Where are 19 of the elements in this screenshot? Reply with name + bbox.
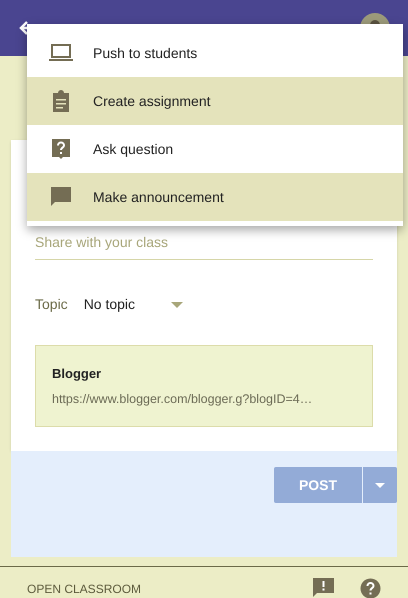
- caret-icon: [375, 482, 385, 488]
- laptop-icon: [49, 44, 73, 62]
- menu-item[interactable]: Push to students: [27, 29, 403, 77]
- help-icon[interactable]: [360, 578, 381, 598]
- menu-item[interactable]: Create assignment: [27, 77, 403, 125]
- feedback-icon[interactable]: [313, 578, 334, 598]
- caret-icon: [171, 302, 184, 308]
- open-classroom-link[interactable]: OPEN CLASSROOM: [27, 580, 313, 598]
- menu-item[interactable]: Ask question: [27, 125, 403, 173]
- menu-item[interactable]: Make announcement: [27, 173, 403, 221]
- chat-icon: [50, 186, 72, 208]
- topic-dropdown[interactable]: No topic: [84, 294, 184, 315]
- question-icon: [51, 138, 71, 160]
- attachment-title: Blogger: [52, 365, 102, 383]
- clipboard-icon: [51, 90, 71, 112]
- attachment-card[interactable]: Blogger https://www.blogger.com/blogger.g?blogID=4…: [35, 345, 373, 428]
- attachment-url: https://www.blogger.com/blogger.g?blogID=4…: [52, 390, 314, 408]
- topic-label: Topic: [35, 295, 68, 314]
- share-input-field[interactable]: Share with your class: [35, 232, 373, 260]
